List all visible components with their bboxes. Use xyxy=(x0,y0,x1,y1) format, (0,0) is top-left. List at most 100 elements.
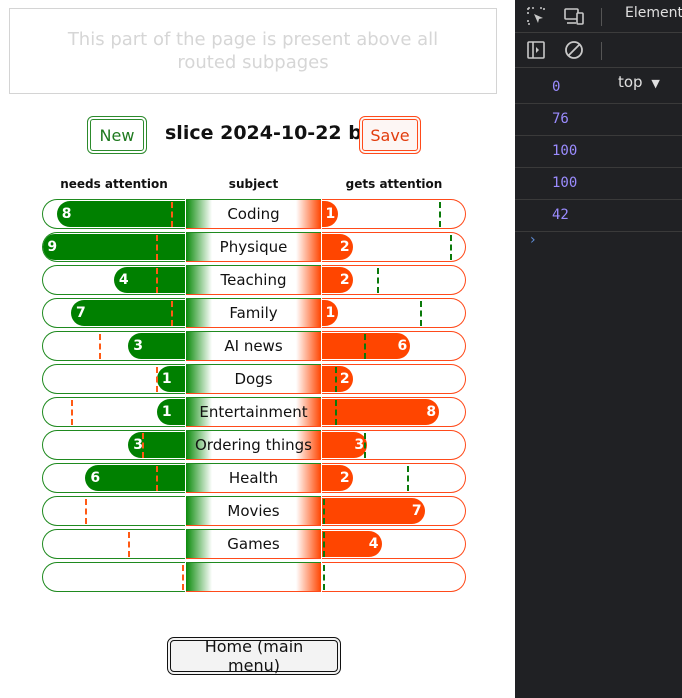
needs-attention-value: 3 xyxy=(133,338,143,354)
needs-target-marker xyxy=(156,268,159,293)
subject-label: Ordering things xyxy=(186,430,321,460)
gets-attention-value: 2 xyxy=(339,371,350,387)
needs-attention-bar[interactable]: 3 xyxy=(42,331,185,361)
gets-target-marker xyxy=(323,499,326,524)
device-toolbar-icon[interactable] xyxy=(561,3,587,29)
needs-target-marker xyxy=(99,334,102,359)
gets-attention-bar[interactable]: 3 xyxy=(322,430,466,460)
attention-row: 1 Dogs 2 xyxy=(42,364,466,394)
needs-target-marker xyxy=(70,400,73,425)
gets-target-marker xyxy=(419,301,422,326)
gets-attention-bar[interactable]: 2 xyxy=(322,265,466,295)
gets-attention-bar[interactable]: 4 xyxy=(322,529,466,559)
attention-row: 6 Health 2 xyxy=(42,463,466,493)
gets-target-marker xyxy=(363,334,366,359)
gets-attention-value: 7 xyxy=(411,503,422,519)
needs-target-marker xyxy=(170,301,173,326)
save-button[interactable]: Save xyxy=(359,116,421,154)
app-page: This part of the page is present above a… xyxy=(0,0,515,698)
needs-attention-bar[interactable]: 6 xyxy=(42,463,185,493)
gets-column-header: gets attention xyxy=(345,177,443,191)
gets-attention-value: 2 xyxy=(339,272,350,288)
routed-banner: This part of the page is present above a… xyxy=(9,8,497,94)
clear-console-icon[interactable] xyxy=(561,37,587,63)
inspect-element-icon[interactable] xyxy=(523,3,549,29)
needs-attention-bar[interactable]: 3 xyxy=(42,430,185,460)
gets-target-marker xyxy=(334,367,337,392)
gets-target-marker xyxy=(438,202,441,227)
needs-attention-bar[interactable]: 8 xyxy=(42,199,185,229)
devtools-panel: Elements top ▼ 07610010042 › xyxy=(515,0,682,698)
subject-label: Family xyxy=(186,298,321,328)
tab-elements[interactable]: Elements xyxy=(625,5,682,21)
slice-title: slice 2024-10-22 b xyxy=(165,122,362,144)
console-output: 0 76 100 100 42 xyxy=(515,72,682,232)
attention-row: Movies 7 xyxy=(42,496,466,526)
needs-attention-fill xyxy=(56,201,185,227)
gets-attention-bar[interactable] xyxy=(322,562,466,592)
home-button[interactable]: Home (main menu) xyxy=(167,637,341,675)
attention-row: 1 Entertainment 8 xyxy=(42,397,466,427)
needs-attention-bar[interactable]: 4 xyxy=(42,265,185,295)
needs-attention-bar[interactable] xyxy=(42,496,185,526)
sidebar-toggle-icon[interactable] xyxy=(523,37,549,63)
gets-attention-bar[interactable]: 2 xyxy=(322,463,466,493)
needs-attention-bar[interactable]: 1 xyxy=(42,397,185,427)
gets-attention-bar[interactable]: 1 xyxy=(322,298,466,328)
gets-target-marker xyxy=(376,268,379,293)
subject-label: Entertainment xyxy=(186,397,321,427)
needs-attention-value: 6 xyxy=(90,470,101,486)
gets-attention-value: 4 xyxy=(368,536,379,552)
needs-target-marker xyxy=(170,202,173,227)
needs-attention-fill xyxy=(43,234,185,260)
console-value: 100 xyxy=(515,168,682,200)
subject-label xyxy=(186,562,321,592)
attention-row: 8 Coding 1 xyxy=(42,199,466,229)
needs-attention-value: 4 xyxy=(118,272,129,288)
needs-attention-bar[interactable] xyxy=(42,529,185,559)
gets-attention-value: 1 xyxy=(325,305,336,321)
gets-target-marker xyxy=(450,235,453,260)
needs-attention-bar[interactable] xyxy=(42,562,185,592)
needs-target-marker xyxy=(182,565,185,590)
gets-attention-value: 8 xyxy=(426,404,437,420)
gets-target-marker xyxy=(406,466,409,491)
gets-target-marker xyxy=(323,565,326,590)
attention-row: Games 4 xyxy=(42,529,466,559)
needs-attention-bar[interactable]: 7 xyxy=(42,298,185,328)
gets-attention-bar[interactable]: 7 xyxy=(322,496,466,526)
subject-label: Physique xyxy=(186,232,321,262)
gets-attention-bar[interactable]: 8 xyxy=(322,397,466,427)
attention-row: 9 Physique 2 xyxy=(42,232,466,262)
subject-label: Games xyxy=(186,529,321,559)
needs-column-header: needs attention xyxy=(60,177,168,191)
subject-label: Movies xyxy=(186,496,321,526)
gets-attention-value: 1 xyxy=(325,206,336,222)
subject-label: AI news xyxy=(186,331,321,361)
subject-label: Dogs xyxy=(186,364,321,394)
needs-target-marker xyxy=(84,499,87,524)
subject-label: Teaching xyxy=(186,265,321,295)
gets-attention-bar[interactable]: 2 xyxy=(322,364,466,394)
needs-target-marker xyxy=(127,532,130,557)
console-value: 100 xyxy=(515,136,682,168)
gets-attention-bar[interactable]: 6 xyxy=(322,331,466,361)
console-value: 42 xyxy=(515,200,682,232)
attention-row: 3 AI news 6 xyxy=(42,331,466,361)
needs-attention-fill xyxy=(70,300,185,326)
attention-row: 3 Ordering things 3 xyxy=(42,430,466,460)
needs-attention-bar[interactable]: 9 xyxy=(42,232,185,262)
gets-target-marker xyxy=(334,400,337,425)
needs-target-marker xyxy=(156,466,159,491)
new-button[interactable]: New xyxy=(87,116,147,154)
gets-attention-value: 6 xyxy=(397,338,408,354)
needs-attention-bar[interactable]: 1 xyxy=(42,364,185,394)
gets-attention-bar[interactable]: 1 xyxy=(322,199,466,229)
console-prompt-icon[interactable]: › xyxy=(530,232,536,248)
needs-attention-value: 8 xyxy=(61,206,72,222)
devtools-top-toolbar: Elements xyxy=(515,0,682,33)
gets-target-marker xyxy=(363,433,366,458)
subject-label: Coding xyxy=(186,199,321,229)
gets-target-marker xyxy=(323,532,326,557)
gets-attention-bar[interactable]: 2 xyxy=(322,232,466,262)
